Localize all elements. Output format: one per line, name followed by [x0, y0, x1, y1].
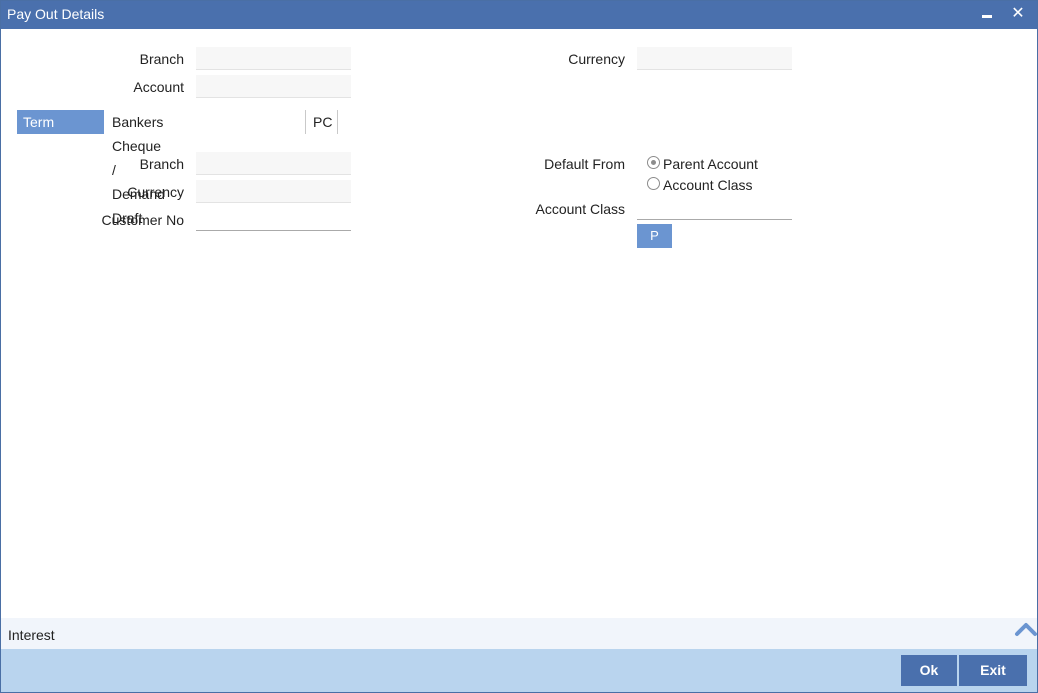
tab-separator — [337, 110, 338, 134]
exit-button[interactable]: Exit — [959, 655, 1027, 686]
account-class-field[interactable] — [637, 197, 792, 220]
chevron-up-icon[interactable] — [1014, 619, 1038, 639]
parent-account-radio-label: Parent Account — [663, 156, 758, 172]
branch-field[interactable] — [196, 47, 351, 70]
ok-button[interactable]: Ok — [901, 655, 957, 686]
account-class-radio[interactable] — [647, 177, 660, 190]
td-currency-label: Currency — [127, 184, 184, 200]
footer-bar: Ok Exit — [1, 649, 1037, 692]
account-class-label: Account Class — [535, 201, 625, 217]
account-field[interactable] — [196, 75, 351, 98]
currency-field[interactable] — [637, 47, 792, 70]
title-bar[interactable]: Pay Out Details ✕ — [1, 1, 1037, 29]
account-class-lov-button[interactable]: P — [637, 224, 672, 248]
td-branch-label: Branch — [139, 156, 184, 172]
branch-label: Branch — [139, 51, 184, 67]
tab-pc[interactable]: PC — [307, 110, 338, 134]
customer-no-label: Customer No — [101, 212, 184, 228]
currency-label: Currency — [568, 51, 625, 67]
account-label: Account — [133, 79, 184, 95]
window-title: Pay Out Details — [7, 6, 105, 22]
tab-separator — [305, 110, 306, 134]
default-from-label: Default From — [544, 156, 625, 172]
tab-bankers-cheque-demand-draft[interactable]: Bankers Cheque / Demand Draft — [106, 110, 171, 226]
pay-out-details-window: Pay Out Details ✕ Branch Account Currenc… — [0, 0, 1038, 693]
interest-label: Interest — [8, 627, 55, 643]
parent-account-radio[interactable] — [647, 156, 660, 169]
customer-no-field[interactable] — [196, 208, 351, 231]
tab-term-deposit[interactable]: Term deposit — [17, 110, 104, 154]
close-icon[interactable]: ✕ — [1008, 3, 1028, 25]
td-currency-field[interactable] — [196, 180, 351, 203]
account-class-radio-label: Account Class — [663, 177, 753, 193]
td-branch-field[interactable] — [196, 152, 351, 175]
minimize-icon[interactable] — [977, 3, 997, 25]
interest-section: Interest — [1, 618, 1037, 649]
